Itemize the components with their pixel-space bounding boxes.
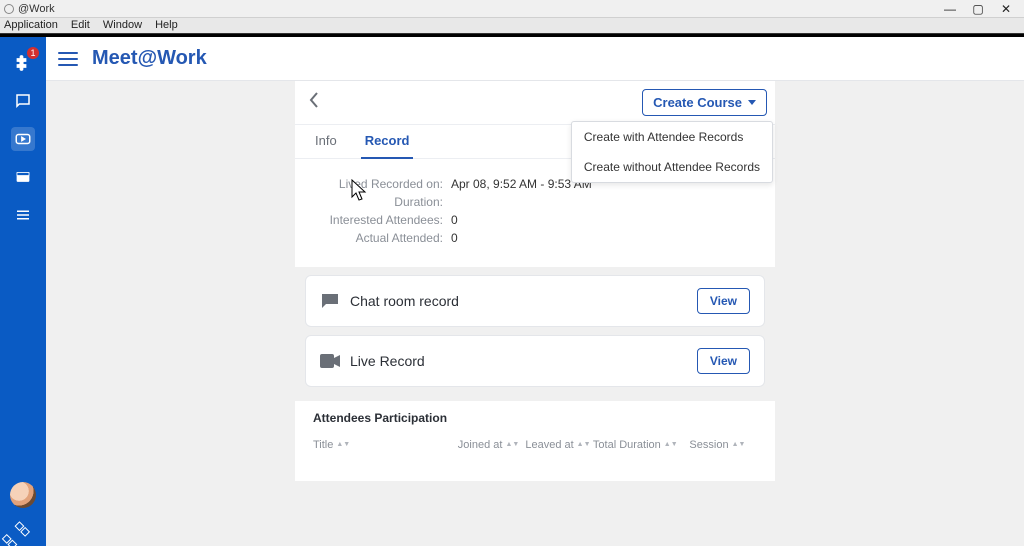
sidebar-item-puzzle[interactable]: 1 [11,51,35,75]
hamburger-menu-button[interactable] [58,52,78,66]
window-maximize-button[interactable]: ▢ [964,2,992,16]
window-close-button[interactable]: ✕ [992,2,1020,16]
col-joined-at[interactable]: Joined at ▲▼ [458,439,526,451]
tab-info[interactable]: Info [313,125,339,158]
col-title[interactable]: Title ▲▼ [313,439,458,451]
recorded-on-label: Lived Recorded on: [313,177,443,191]
sort-icon: ▲▼ [505,443,519,447]
live-record-card: Live Record View [305,335,765,387]
window-titlebar: @Work — ▢ ✕ [0,0,1024,18]
sort-icon: ▲▼ [577,443,591,447]
top-bar: Meet@Work [46,37,1024,81]
view-chat-record-button[interactable]: View [697,288,750,314]
sidebar-item-card[interactable] [11,165,35,189]
create-course-button[interactable]: Create Course [642,89,767,116]
create-course-label: Create Course [653,95,742,110]
panel-header: Create Course Create with Attendee Recor… [295,81,775,125]
chevron-down-icon [748,100,756,105]
create-course-dropdown: Create with Attendee Records Create with… [571,121,773,183]
back-button[interactable] [303,92,325,113]
notification-badge: 1 [27,47,39,59]
sort-icon: ▲▼ [664,443,678,447]
interested-attendees-value: 0 [451,213,458,227]
tab-record[interactable]: Record [363,125,412,158]
live-record-title: Live Record [350,353,425,369]
interested-attendees-label: Interested Attendees: [313,213,443,227]
window-title: @Work [18,3,55,15]
col-total-duration[interactable]: Total Duration ▲▼ [593,439,690,451]
sidebar-apps-icon[interactable] [10,516,35,541]
menu-edit[interactable]: Edit [71,19,90,31]
sidebar-item-chat[interactable] [11,89,35,113]
attendees-title: Attendees Participation [313,411,757,425]
chat-room-record-title: Chat room record [350,293,459,309]
actual-attended-label: Actual Attended: [313,231,443,245]
chat-room-record-card: Chat room record View [305,275,765,327]
video-icon [320,353,340,369]
sort-icon: ▲▼ [336,443,350,447]
window-minimize-button[interactable]: — [936,2,964,16]
sidebar-item-video[interactable] [11,127,35,151]
app-icon [4,4,14,14]
duration-label: Duration: [313,195,443,209]
attendees-table-header: Title ▲▼ Joined at ▲▼ Leaved at ▲▼ [313,439,757,451]
sidebar-item-menu[interactable] [11,203,35,227]
menu-window[interactable]: Window [103,19,142,31]
app-menubar: Application Edit Window Help [0,18,1024,34]
view-live-record-button[interactable]: View [697,348,750,374]
chat-icon [320,293,340,309]
menu-help[interactable]: Help [155,19,178,31]
dropdown-option-with-records[interactable]: Create with Attendee Records [572,122,772,152]
attendees-panel: Attendees Participation Title ▲▼ Joined … [295,401,775,481]
left-sidebar: 1 [0,37,46,546]
actual-attended-value: 0 [451,231,458,245]
col-leaved-at[interactable]: Leaved at ▲▼ [525,439,593,451]
col-session[interactable]: Session ▲▼ [689,439,757,451]
sort-icon: ▲▼ [732,443,746,447]
user-avatar[interactable] [10,482,36,508]
app-brand: Meet@Work [92,47,207,70]
menu-application[interactable]: Application [4,19,58,31]
dropdown-option-without-records[interactable]: Create without Attendee Records [572,152,772,182]
